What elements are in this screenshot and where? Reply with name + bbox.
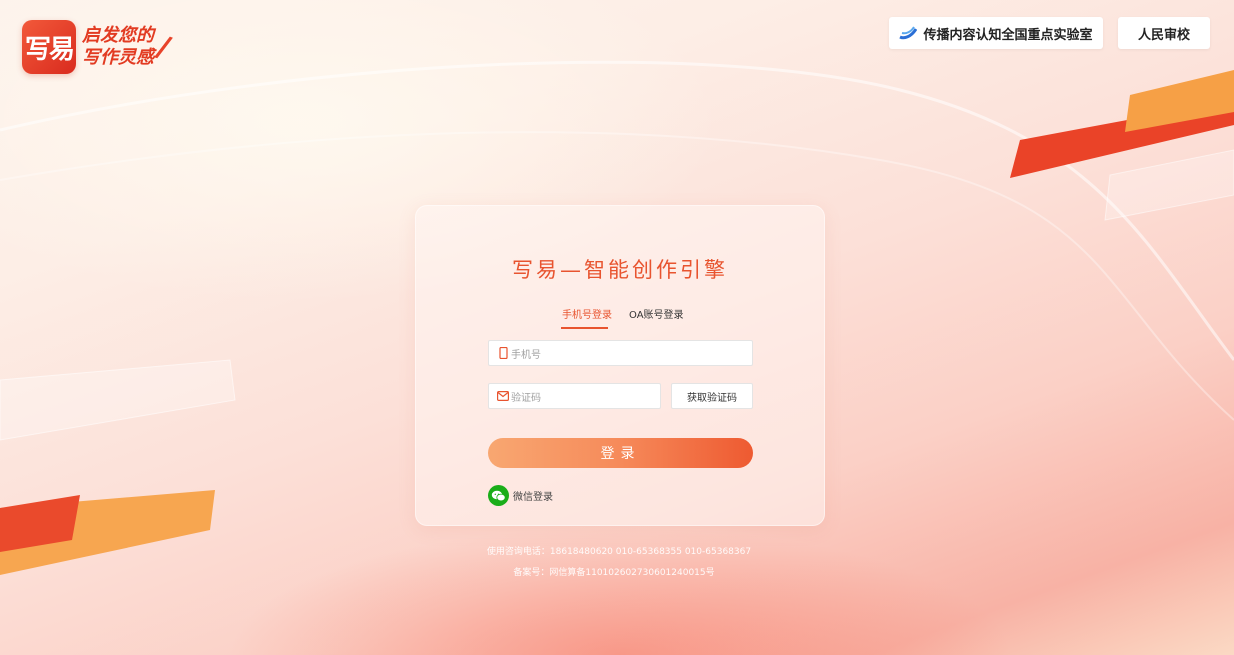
active-tab-indicator (561, 327, 608, 329)
logo-slogan-line2: 写作灵感 (82, 47, 154, 68)
footer-record: 备案号：网信算备110102602730601240015号 (513, 568, 715, 578)
login-button[interactable]: 登录 (488, 438, 753, 468)
wechat-icon (488, 485, 509, 506)
lab-button[interactable]: 传播内容认知全国重点实验室 (889, 17, 1103, 49)
tab-oa-login[interactable]: OA账号登录 (629, 306, 684, 321)
tab-phone-login[interactable]: 手机号登录 (562, 306, 612, 321)
login-card: 写易—智能创作引擎 手机号登录 OA账号登录 手机号 验证码 获取验证码 登录 (415, 205, 825, 526)
lab-logo-icon (899, 26, 918, 40)
logo-mark: 写易 (22, 20, 76, 74)
code-placeholder: 验证码 (511, 392, 541, 404)
phone-input[interactable]: 手机号 (488, 340, 753, 366)
mail-icon (497, 390, 509, 402)
verification-code-input[interactable]: 验证码 (488, 383, 661, 409)
lab-button-label: 传播内容认知全国重点实验室 (923, 27, 1093, 43)
rmsx-button-label: 人民审校 (1137, 27, 1190, 43)
logo[interactable]: 写易 启发您的 写作灵感 / (22, 20, 175, 74)
get-code-button[interactable]: 获取验证码 (671, 383, 753, 409)
wechat-login-label: 微信登录 (513, 492, 553, 503)
login-page: 写易 启发您的 写作灵感 / 传播内容认知全国重点实验室 人民审校 写易—智能创… (0, 0, 1234, 655)
phone-icon (497, 347, 509, 359)
rmsx-button[interactable]: 人民审校 (1118, 17, 1210, 49)
wechat-login[interactable]: 微信登录 (488, 485, 553, 506)
phone-placeholder: 手机号 (511, 349, 541, 361)
logo-slogan-line1: 启发您的 (82, 25, 154, 46)
login-title: 写易—智能创作引擎 (512, 258, 728, 282)
logo-slogan: 启发您的 写作灵感 (82, 25, 154, 69)
footer-contact: 使用咨询电话：18618480620 010-65368355 010-6536… (486, 547, 752, 557)
